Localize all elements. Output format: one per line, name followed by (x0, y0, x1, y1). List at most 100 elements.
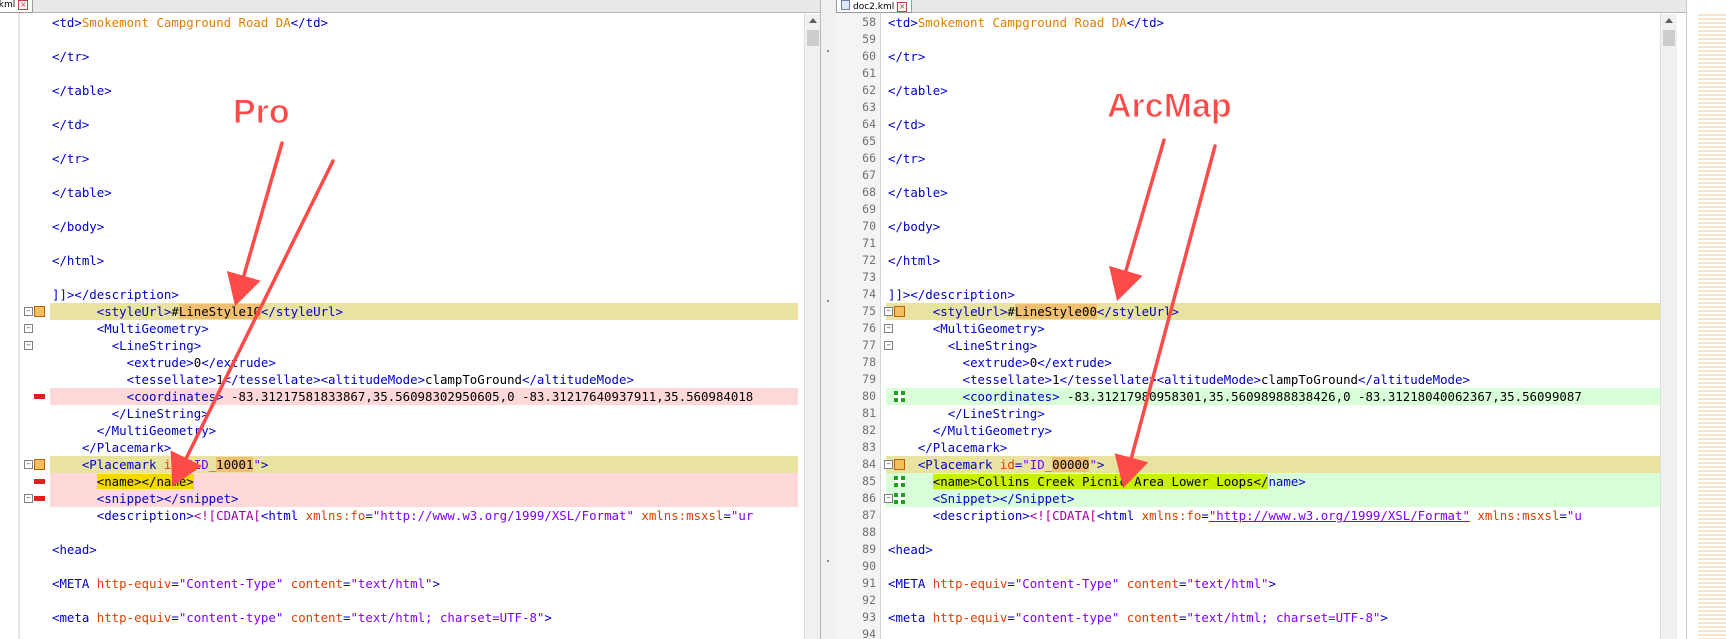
code-line[interactable]: <meta http-equiv="content-type" content=… (0, 609, 820, 626)
code-line[interactable]: <name></name> (0, 473, 820, 490)
code-line[interactable]: − <snippet></snippet> (0, 490, 820, 507)
diff-removed-icon[interactable] (34, 394, 45, 399)
code-line[interactable] (0, 558, 820, 575)
code-line[interactable]: </tr> (0, 150, 820, 167)
fold-icon[interactable]: − (24, 324, 33, 333)
scroll-up-arrow-icon[interactable] (1665, 18, 1673, 23)
code-line[interactable]: 64 </td> (836, 116, 1686, 133)
code-line[interactable]: 89 <head> (836, 541, 1686, 558)
code-line[interactable]: 94 (836, 626, 1686, 639)
code-line[interactable]: 93 <meta http-equiv="content-type" conten… (836, 609, 1686, 626)
code-line[interactable]: 84− <Placemark id="ID_00000"> (836, 456, 1686, 473)
code-line[interactable]: <tessellate>1</tessellate><altitudeMode>… (0, 371, 820, 388)
left-file-tab[interactable]: c.kml× (0, 0, 34, 13)
code-line[interactable]: </tr> (0, 48, 820, 65)
code-line[interactable]: 83 </Placemark> (836, 439, 1686, 456)
code-line[interactable]: − <LineString> (0, 337, 820, 354)
code-line[interactable]: <td>Smokemont Campground Road DA</td> (0, 14, 820, 31)
code-line[interactable]: <description><![CDATA[<html xmlns:fo="ht… (0, 507, 820, 524)
code-line[interactable]: <META http-equiv="Content-Type" content=… (0, 575, 820, 592)
code-line[interactable] (0, 524, 820, 541)
diff-removed-icon[interactable] (34, 496, 45, 501)
code-line[interactable]: 75− <styleUrl>#LineStyle00</styleUrl> (836, 303, 1686, 320)
close-icon[interactable]: × (18, 0, 29, 10)
code-line[interactable]: 63 (836, 99, 1686, 116)
code-line[interactable] (0, 201, 820, 218)
code-line[interactable] (0, 235, 820, 252)
code-line[interactable] (0, 31, 820, 48)
left-vertical-scrollbar[interactable] (804, 14, 820, 639)
code-line[interactable] (0, 592, 820, 609)
code-line[interactable]: 74]]></description> (836, 286, 1686, 303)
code-line[interactable]: 88 (836, 524, 1686, 541)
code-line[interactable] (0, 269, 820, 286)
code-line[interactable]: 59 (836, 31, 1686, 48)
scroll-up-arrow-icon[interactable] (809, 18, 817, 23)
right-vertical-scrollbar[interactable] (1660, 14, 1677, 639)
code-line[interactable]: <extrude>0</extrude> (0, 354, 820, 371)
code-line[interactable]: 91 <META http-equiv="Content-Type" conten… (836, 575, 1686, 592)
left-editor-pane[interactable]: c.kml× <td>Smokemont Campground Road DA<… (0, 0, 820, 639)
fold-icon[interactable]: − (24, 460, 33, 469)
code-line[interactable]: − <Placemark id="ID_10001"> (0, 456, 820, 473)
fold-icon[interactable]: − (24, 341, 33, 350)
fold-icon[interactable]: − (24, 494, 33, 503)
code-line[interactable]: 85 <name>Collins Creek Picnic Area Lower… (836, 473, 1686, 490)
code-line[interactable]: 60 </tr> (836, 48, 1686, 65)
code-line[interactable]: 73 (836, 269, 1686, 286)
right-scroll-thumb[interactable] (1663, 30, 1675, 46)
code-line[interactable] (0, 99, 820, 116)
code-line[interactable]: 72 </html> (836, 252, 1686, 269)
code-line[interactable]: 58 <td>Smokemont Campground Road DA</td> (836, 14, 1686, 31)
left-scroll-thumb[interactable] (807, 30, 819, 46)
code-line[interactable]: </table> (0, 184, 820, 201)
code-line[interactable]: − <styleUrl>#LineStyle10</styleUrl> (0, 303, 820, 320)
fold-icon[interactable]: − (24, 307, 33, 316)
code-line[interactable]: <coordinates> -83.31217581833867,35.5609… (0, 388, 820, 405)
code-line[interactable]: 65 (836, 133, 1686, 150)
code-line[interactable]: 76− <MultiGeometry> (836, 320, 1686, 337)
code-line[interactable]: ]]></description> (0, 286, 820, 303)
line-number: 90 (862, 559, 876, 573)
code-line[interactable]: 77− <LineString> (836, 337, 1686, 354)
diff-changed-icon[interactable] (34, 306, 45, 317)
code-line[interactable]: </td> (0, 116, 820, 133)
code-line[interactable]: 68 </table> (836, 184, 1686, 201)
code-line[interactable]: 80 <coordinates> -83.31217980958301,35.5… (836, 388, 1686, 405)
code-line[interactable] (0, 167, 820, 184)
code-line[interactable]: 61 (836, 65, 1686, 82)
code-line[interactable] (0, 65, 820, 82)
document-icon (841, 0, 850, 10)
code-line[interactable]: − <MultiGeometry> (0, 320, 820, 337)
code-line[interactable]: 86− <Snippet></Snippet> (836, 490, 1686, 507)
right-file-tab[interactable]: doc2.kml × (836, 0, 913, 13)
code-line[interactable]: </LineString> (0, 405, 820, 422)
code-line[interactable]: </table> (0, 82, 820, 99)
code-line[interactable]: 66 </tr> (836, 150, 1686, 167)
diff-changed-icon[interactable] (34, 459, 45, 470)
code-line[interactable]: 70 </body> (836, 218, 1686, 235)
code-line[interactable]: </body> (0, 218, 820, 235)
code-line[interactable]: 90 (836, 558, 1686, 575)
code-line[interactable]: 71 (836, 235, 1686, 252)
code-line[interactable]: 87 <description><![CDATA[<html xmlns:fo=… (836, 507, 1686, 524)
code-line[interactable]: </html> (0, 252, 820, 269)
code-line[interactable]: 82 </MultiGeometry> (836, 422, 1686, 439)
right-editor-pane[interactable]: doc2.kml × 58 <td>Smokemont Campground Roa… (836, 0, 1686, 639)
code-line[interactable] (0, 133, 820, 150)
code-text: <META http-equiv="Content-Type" content=… (52, 576, 440, 591)
code-line[interactable]: <head> (0, 541, 820, 558)
code-line[interactable]: 69 (836, 201, 1686, 218)
left-tab-label: c.kml (0, 0, 16, 10)
code-line[interactable]: 79 <tessellate>1</tessellate><altitudeMo… (836, 371, 1686, 388)
code-line[interactable]: 81 </LineString> (836, 405, 1686, 422)
code-line[interactable]: </Placemark> (0, 439, 820, 456)
code-line[interactable]: 62 </table> (836, 82, 1686, 99)
code-line[interactable]: 78 <extrude>0</extrude> (836, 354, 1686, 371)
code-line[interactable]: 67 (836, 167, 1686, 184)
diff-overview-map (1698, 14, 1726, 639)
code-line[interactable]: 92 (836, 592, 1686, 609)
close-icon[interactable]: × (897, 2, 908, 12)
diff-removed-icon[interactable] (34, 479, 45, 484)
code-line[interactable]: </MultiGeometry> (0, 422, 820, 439)
